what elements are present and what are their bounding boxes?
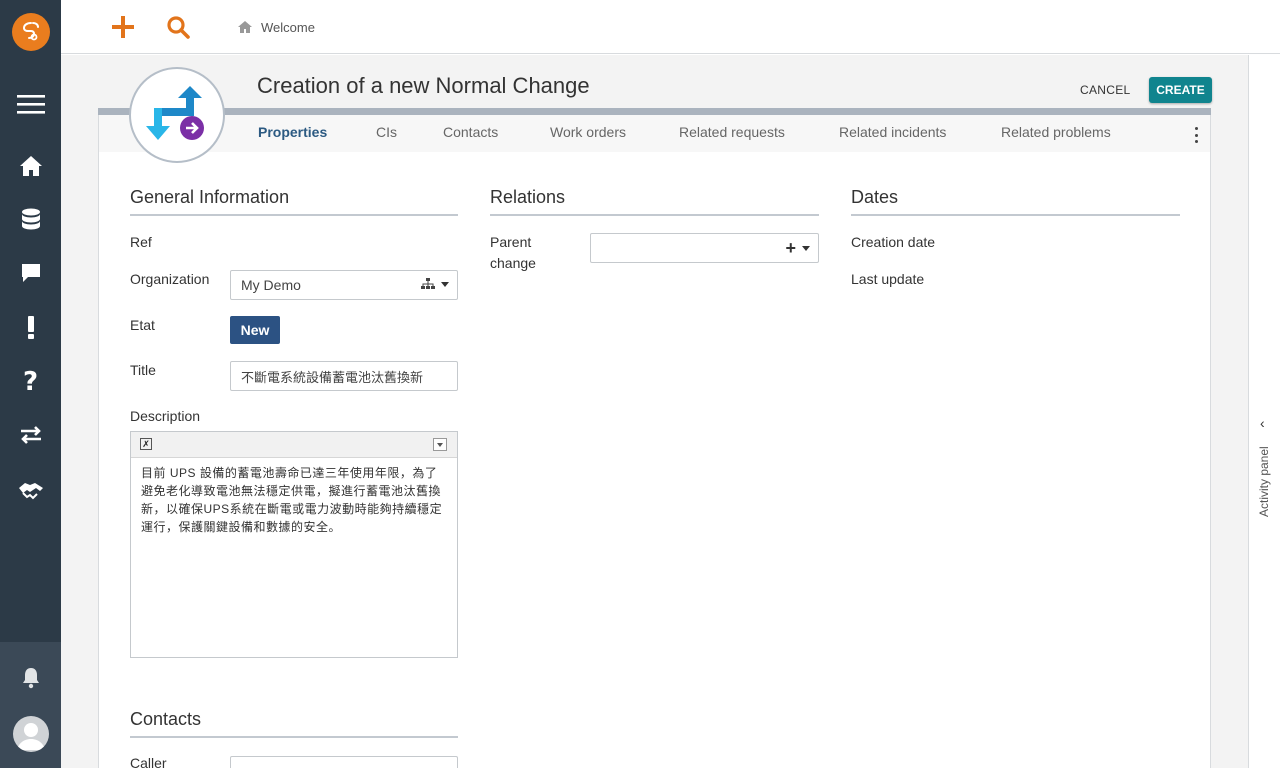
cancel-button[interactable]: CANCEL xyxy=(1080,79,1130,101)
add-icon[interactable]: + xyxy=(785,239,796,257)
breadcrumb-welcome[interactable]: Welcome xyxy=(261,20,315,35)
page-title: Creation of a new Normal Change xyxy=(257,73,590,98)
general-info-title: General Information xyxy=(130,187,458,216)
last-update-label: Last update xyxy=(851,271,925,287)
caller-label: Caller xyxy=(130,755,167,768)
database-icon[interactable] xyxy=(0,200,61,240)
organization-label: Organization xyxy=(130,271,210,287)
question-icon[interactable]: ? xyxy=(0,362,61,402)
activity-panel-label[interactable]: Activity panel xyxy=(1257,446,1271,517)
tab-related-requests[interactable]: Related requests xyxy=(679,124,785,140)
more-tabs-icon[interactable] xyxy=(1193,127,1199,143)
exchange-icon[interactable] xyxy=(0,415,61,455)
tab-work-orders[interactable]: Work orders xyxy=(550,124,626,140)
left-nav: ? xyxy=(0,0,61,768)
menu-icon[interactable] xyxy=(0,84,61,124)
editor-toolbar: ✗ xyxy=(131,432,457,458)
title-field[interactable]: 不斷電系統設備蓄電池汰舊換新 xyxy=(230,361,458,391)
chevron-left-icon[interactable]: ‹ xyxy=(1260,415,1265,431)
home-crumb-icon xyxy=(238,21,252,33)
ref-label: Ref xyxy=(130,234,152,250)
caller-select[interactable] xyxy=(230,756,458,768)
creation-date-label: Creation date xyxy=(851,234,936,250)
chat-icon[interactable] xyxy=(0,253,61,293)
editor-dropdown-icon[interactable] xyxy=(433,438,447,451)
add-icon[interactable] xyxy=(108,12,138,42)
parent-change-label: Parent change xyxy=(490,234,536,271)
change-object-icon xyxy=(129,67,225,163)
organization-select[interactable]: My Demo xyxy=(230,270,458,300)
top-bar: Welcome xyxy=(61,0,1280,54)
home-icon[interactable] xyxy=(0,146,61,186)
tab-cis[interactable]: CIs xyxy=(376,124,397,140)
panel-top-border xyxy=(98,108,1211,115)
exclamation-icon[interactable] xyxy=(0,308,61,348)
tab-related-incidents[interactable]: Related incidents xyxy=(839,124,946,140)
handshake-icon[interactable] xyxy=(0,470,61,510)
bell-icon[interactable] xyxy=(0,658,61,698)
contacts-title: Contacts xyxy=(130,709,458,738)
status-label: Etat xyxy=(130,317,155,333)
title-label: Title xyxy=(130,362,156,378)
app-logo[interactable] xyxy=(12,13,50,51)
create-button[interactable]: CREATE xyxy=(1149,77,1212,103)
description-label: Description xyxy=(130,408,201,424)
description-text[interactable]: 目前 UPS 設備的蓄電池壽命已達三年使用年限，為了避免老化導致電池無法穩定供電… xyxy=(131,458,457,542)
tab-properties[interactable]: Properties xyxy=(258,124,327,140)
chevron-down-icon[interactable] xyxy=(441,281,449,287)
normal-change-icon xyxy=(146,86,204,140)
maximize-icon[interactable]: ✗ xyxy=(140,438,152,450)
relations-title: Relations xyxy=(490,187,819,216)
description-editor[interactable]: ✗ 目前 UPS 設備的蓄電池壽命已達三年使用年限，為了避免老化導致電池無法穩定… xyxy=(130,431,458,658)
parent-change-select[interactable]: + xyxy=(590,233,819,263)
hierarchy-icon[interactable] xyxy=(421,278,435,290)
avatar[interactable] xyxy=(13,716,49,752)
tab-contacts[interactable]: Contacts xyxy=(443,124,498,140)
status-badge: New xyxy=(230,316,280,344)
chevron-down-icon[interactable] xyxy=(802,245,810,251)
dates-title: Dates xyxy=(851,187,1180,216)
breadcrumb[interactable]: Welcome xyxy=(237,18,315,36)
search-icon[interactable] xyxy=(163,12,193,42)
organization-value: My Demo xyxy=(241,277,301,293)
tab-related-problems[interactable]: Related problems xyxy=(1001,124,1111,140)
activity-panel[interactable]: ‹ Activity panel xyxy=(1248,55,1280,768)
logo-icon xyxy=(22,22,39,41)
